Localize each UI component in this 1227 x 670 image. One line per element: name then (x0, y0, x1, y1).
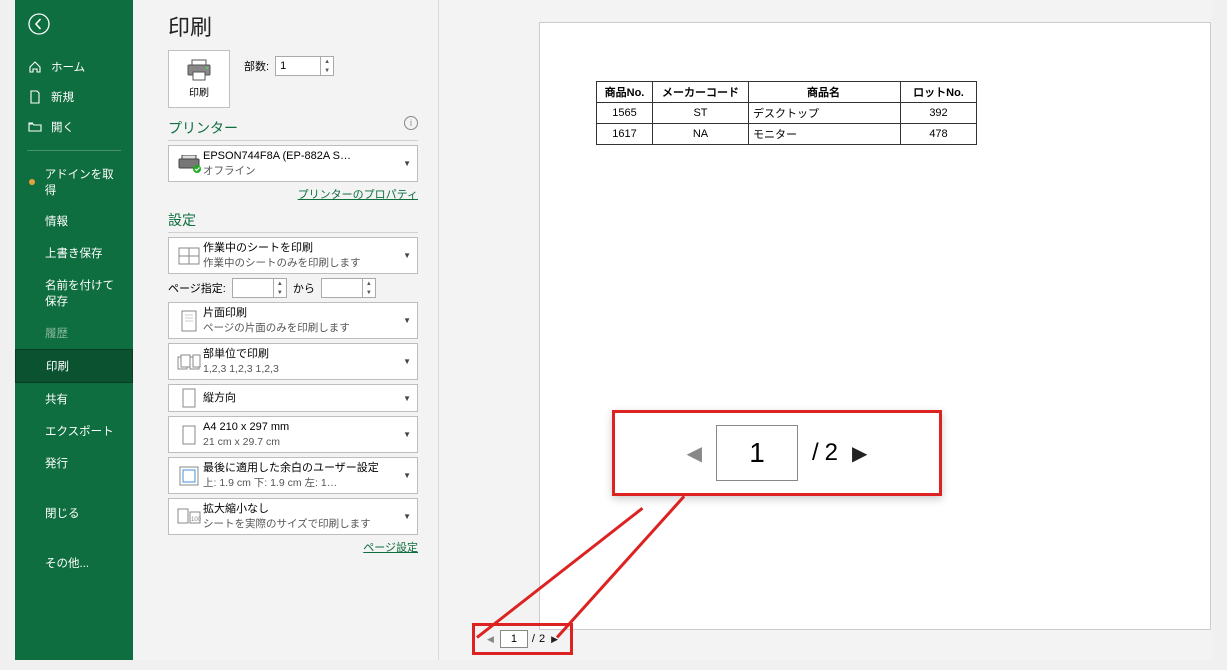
table-header-row: 商品No. メーカーコード 商品名 ロットNo. (597, 82, 977, 103)
table-row: 1565 ST デスクトップ 392 (597, 103, 977, 124)
margins-icon (175, 466, 203, 486)
nav-new[interactable]: 新規 (15, 82, 133, 112)
orientation-select[interactable]: 縦方向 ▼ (168, 384, 418, 412)
folder-open-icon (27, 120, 43, 134)
collate-icon (175, 353, 203, 371)
nav-more[interactable]: その他... (15, 547, 133, 579)
bullet-icon (29, 179, 35, 185)
page-range-row: ページ指定: ▲▼ から ▲▼ (168, 278, 418, 298)
settings-column: 印刷 印刷 部数: ▲▼ プリンター i EP (133, 0, 438, 660)
info-icon[interactable]: i (404, 116, 418, 130)
page-icon (175, 310, 203, 332)
next-page-button[interactable]: ▶ (549, 634, 560, 645)
nav-export[interactable]: エクスポート (15, 415, 133, 447)
scale-icon: 100 (175, 507, 203, 527)
printer-section-title: プリンター i (168, 118, 418, 141)
chevron-down-icon: ▼ (403, 159, 411, 168)
nav-share[interactable]: 共有 (15, 383, 133, 415)
callout-prev-icon: ◀ (687, 441, 702, 466)
sheet-icon (175, 247, 203, 265)
nav-print[interactable]: 印刷 (15, 349, 133, 383)
chevron-down-icon: ▼ (403, 251, 411, 260)
print-button-label: 印刷 (189, 84, 209, 99)
chevron-down-icon: ▼ (403, 471, 411, 480)
page-from-spinner[interactable]: ▲▼ (232, 278, 287, 298)
printer-select[interactable]: EPSON744F8A (EP-882A S… オフライン ▼ (168, 145, 418, 182)
chevron-down-icon: ▼ (403, 430, 411, 439)
copies-spinner[interactable]: ▲▼ (275, 56, 334, 76)
sides-select[interactable]: 片面印刷ページの片面のみを印刷します ▼ (168, 302, 418, 339)
nav-close[interactable]: 閉じる (15, 497, 133, 529)
printer-device-icon (175, 155, 203, 173)
nav-addins-label: アドインを取得 (45, 166, 121, 198)
back-arrow-icon (28, 13, 50, 35)
nav-info[interactable]: 情報 (15, 205, 133, 237)
nav-open[interactable]: 開く (15, 112, 133, 142)
chevron-down-icon: ▼ (403, 512, 411, 521)
page-setup-link[interactable]: ページ設定 (363, 542, 418, 554)
nav-home[interactable]: ホーム (15, 52, 133, 82)
nav-home-label: ホーム (51, 59, 85, 75)
page-to-spinner[interactable]: ▲▼ (321, 278, 376, 298)
print-what-select[interactable]: 作業中のシートを印刷作業中のシートのみを印刷します ▼ (168, 237, 418, 274)
margins-select[interactable]: 最後に適用した余白のユーザー設定上: 1.9 cm 下: 1.9 cm 左: 1… (168, 457, 418, 494)
home-icon (27, 60, 43, 74)
chevron-down-icon: ▼ (403, 357, 411, 366)
copies-label: 部数: (244, 58, 269, 74)
current-page-input[interactable] (500, 630, 528, 648)
svg-text:100: 100 (191, 517, 201, 523)
nav-history: 履歴 (15, 317, 133, 349)
page-title: 印刷 (168, 10, 418, 42)
printer-icon (186, 59, 212, 81)
prev-page-button: ◀ (485, 634, 496, 645)
copies-input[interactable] (276, 57, 320, 75)
nav-addins[interactable]: アドインを取得 (15, 159, 133, 205)
nav-new-label: 新規 (51, 89, 74, 105)
copies-down[interactable]: ▼ (321, 66, 333, 75)
page-to-input[interactable] (322, 279, 362, 297)
callout-next-icon[interactable]: ▶ (852, 441, 867, 466)
callout-page-input[interactable] (716, 425, 798, 481)
callout-zoom: ◀ / 2 ▶ (612, 410, 942, 496)
preview-table: 商品No. メーカーコード 商品名 ロットNo. 1565 ST デスクトップ … (596, 81, 977, 145)
preview-column: 商品No. メーカーコード 商品名 ロットNo. 1565 ST デスクトップ … (438, 0, 1212, 660)
page-range-label: ページ指定: (168, 280, 226, 296)
nav-save[interactable]: 上書き保存 (15, 237, 133, 269)
chevron-down-icon: ▼ (403, 394, 411, 403)
printer-name: EPSON744F8A (EP-882A S… (203, 149, 399, 164)
portrait-icon (175, 388, 203, 408)
pager-sep: / (532, 633, 535, 645)
printer-status: オフライン (203, 164, 399, 178)
page-range-sep: から (293, 280, 315, 296)
page-navigator: ◀ / 2 ▶ (472, 623, 573, 655)
nav-open-label: 開く (51, 119, 74, 135)
print-button[interactable]: 印刷 (168, 50, 230, 108)
back-button[interactable] (21, 6, 57, 42)
preview-page: 商品No. メーカーコード 商品名 ロットNo. 1565 ST デスクトップ … (539, 22, 1211, 630)
nav-publish[interactable]: 発行 (15, 447, 133, 479)
page-from-input[interactable] (233, 279, 273, 297)
backstage-sidebar: ホーム 新規 開く アドインを取得 情報 上書き保存 名前を付けて保存 履歴 印… (15, 0, 133, 660)
file-icon (27, 90, 43, 104)
pager-total: 2 (539, 633, 545, 645)
main-area: 印刷 印刷 部数: ▲▼ プリンター i EP (133, 0, 1212, 660)
papersize-icon (175, 425, 203, 445)
table-row: 1617 NA モニター 478 (597, 124, 977, 145)
collate-select[interactable]: 部単位で印刷1,2,3 1,2,3 1,2,3 ▼ (168, 343, 418, 380)
papersize-select[interactable]: A4 210 x 297 mm21 cm x 29.7 cm ▼ (168, 416, 418, 453)
printer-properties-link[interactable]: プリンターのプロパティ (298, 189, 418, 201)
nav-saveas[interactable]: 名前を付けて保存 (15, 269, 133, 317)
copies-up[interactable]: ▲ (321, 57, 333, 66)
chevron-down-icon: ▼ (403, 316, 411, 325)
settings-section-title: 設定 (168, 210, 418, 233)
scale-select[interactable]: 100 拡大縮小なしシートを実際のサイズで印刷します ▼ (168, 498, 418, 535)
